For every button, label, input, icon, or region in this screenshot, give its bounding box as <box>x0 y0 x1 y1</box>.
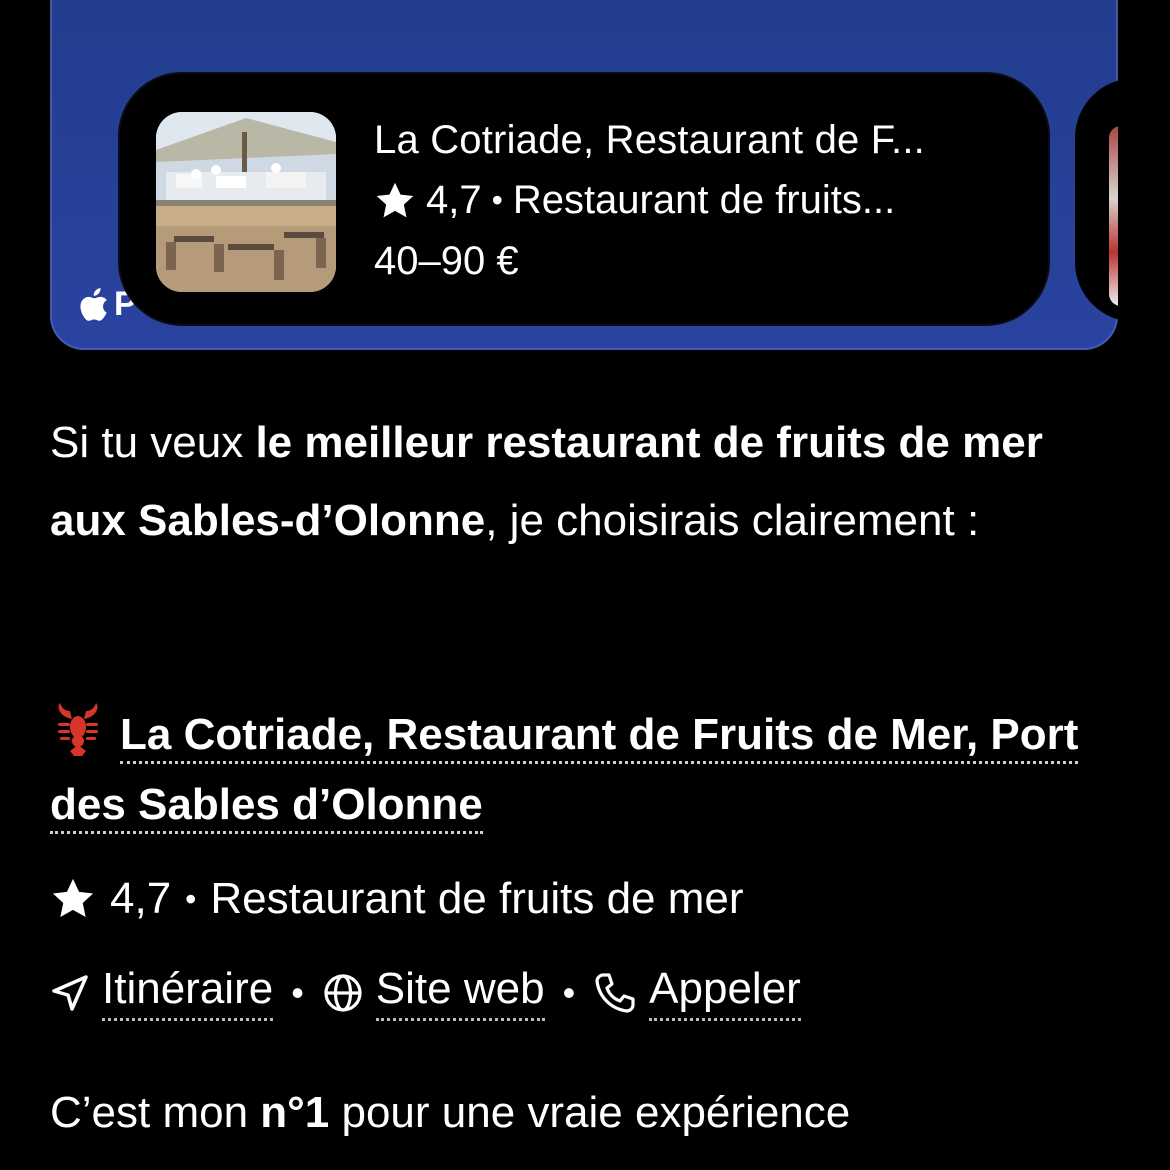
separator-dot: • <box>491 182 503 218</box>
restaurant-name-link[interactable]: La Cotriade, Restaurant de Fruits de Mer… <box>50 710 1079 834</box>
closing-bold: n°1 <box>260 1088 330 1137</box>
globe-icon <box>322 972 364 1014</box>
phone-icon <box>593 971 637 1015</box>
star-icon <box>50 877 96 921</box>
action-links: Itinéraire • Site web • Appeler <box>50 964 801 1021</box>
map-card[interactable]: P La Cotriade, Restaurant de F... 4,7 • … <box>50 0 1118 350</box>
result-category: Restaurant de fruits de mer <box>210 874 744 923</box>
intro-prefix: Si tu veux <box>50 418 256 467</box>
place-category: Restaurant de fruits... <box>512 178 896 222</box>
directions-label[interactable]: Itinéraire <box>102 964 274 1021</box>
place-meta: 4,7 • Restaurant de fruits... <box>374 178 895 223</box>
next-place-card[interactable] <box>1075 78 1118 322</box>
apple-logo-icon <box>80 287 110 322</box>
intro-paragraph: Si tu veux le meilleur restaurant de fru… <box>50 404 1110 560</box>
star-icon <box>374 181 416 221</box>
restaurant-photo <box>156 112 336 292</box>
place-price: 40–90 € <box>374 239 519 283</box>
result-rating: 4,7 <box>110 874 172 923</box>
website-link[interactable]: Site web <box>322 964 545 1021</box>
closing-paragraph: C’est mon n°1 pour une vraie expérience <box>50 1088 850 1138</box>
closing-suffix: pour une vraie expérience <box>329 1088 851 1137</box>
intro-suffix: , je choisirais clairement : <box>485 496 980 545</box>
place-rating: 4,7 <box>426 178 482 222</box>
website-label[interactable]: Site web <box>375 964 545 1021</box>
separator-dot: • <box>562 971 576 1013</box>
separator-dot: • <box>185 880 197 917</box>
call-label[interactable]: Appeler <box>649 964 801 1021</box>
place-card[interactable]: La Cotriade, Restaurant de F... 4,7 • Re… <box>120 74 1048 324</box>
call-link[interactable]: Appeler <box>593 964 801 1021</box>
place-title: La Cotriade, Restaurant de F... <box>374 118 925 162</box>
next-place-photo <box>1109 126 1118 306</box>
directions-link[interactable]: Itinéraire <box>50 964 274 1021</box>
rating-line: 4,7 • Restaurant de fruits de mer <box>50 874 744 924</box>
closing-prefix: C’est mon <box>50 1088 261 1137</box>
restaurant-heading[interactable]: La Cotriade, Restaurant de Fruits de Mer… <box>50 700 1130 840</box>
lobster-icon <box>50 701 106 757</box>
separator-dot: • <box>291 971 304 1013</box>
navigation-arrow-icon <box>50 973 90 1013</box>
